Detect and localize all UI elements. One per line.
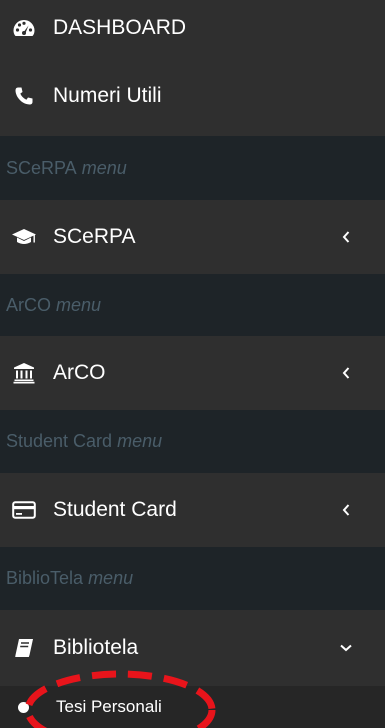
menu-item-dashboard[interactable]: DASHBOARD (0, 0, 385, 56)
phone-icon (10, 84, 38, 108)
section-header-suffix: menu (56, 294, 102, 315)
graduation-cap-icon (10, 225, 38, 249)
menu-item-scerpa[interactable]: SCeRPA (0, 200, 385, 274)
section-header-suffix: menu (88, 568, 134, 588)
section-header-suffix: menu (81, 157, 127, 178)
menu-item-label: Bibliotela (53, 636, 139, 659)
section-header-bibliotela: BiblioTela menu (0, 547, 385, 610)
credit-card-icon (10, 498, 38, 522)
menu-item-label: ArCO (53, 361, 106, 384)
menu-item-numeri-utili[interactable]: Numeri Utili (0, 56, 385, 136)
section-header-prefix: SCeRPA (6, 157, 77, 178)
highlight-ellipse (24, 670, 216, 728)
section-header-prefix: ArCO (6, 294, 51, 315)
section-header-scerpa: SCeRPA menu (0, 136, 385, 200)
chevron-left-icon[interactable] (337, 228, 355, 246)
menu-item-label: SCeRPA (53, 225, 136, 248)
menu-item-student-card[interactable]: Student Card (0, 473, 385, 547)
book-icon (10, 636, 38, 660)
section-header-prefix: BiblioTela (6, 568, 84, 588)
menu-item-arco[interactable]: ArCO (0, 336, 385, 410)
sidebar-menu: DASHBOARD Numeri Utili SCeRPA menu SCeRP… (0, 0, 385, 728)
menu-item-label: DASHBOARD (53, 16, 187, 39)
section-header-student-card: Student Card menu (0, 410, 385, 473)
section-header-prefix: Student Card (6, 431, 113, 451)
section-header-suffix: menu (117, 431, 163, 451)
section-header-arco: ArCO menu (0, 274, 385, 336)
chevron-left-icon[interactable] (337, 501, 355, 519)
chevron-left-icon[interactable] (337, 364, 355, 382)
menu-item-label: Numeri Utili (53, 84, 162, 107)
dashboard-gauge-icon (10, 16, 38, 40)
chevron-down-icon[interactable] (337, 639, 355, 657)
institution-icon (10, 361, 38, 385)
menu-item-label: Student Card (53, 498, 177, 521)
